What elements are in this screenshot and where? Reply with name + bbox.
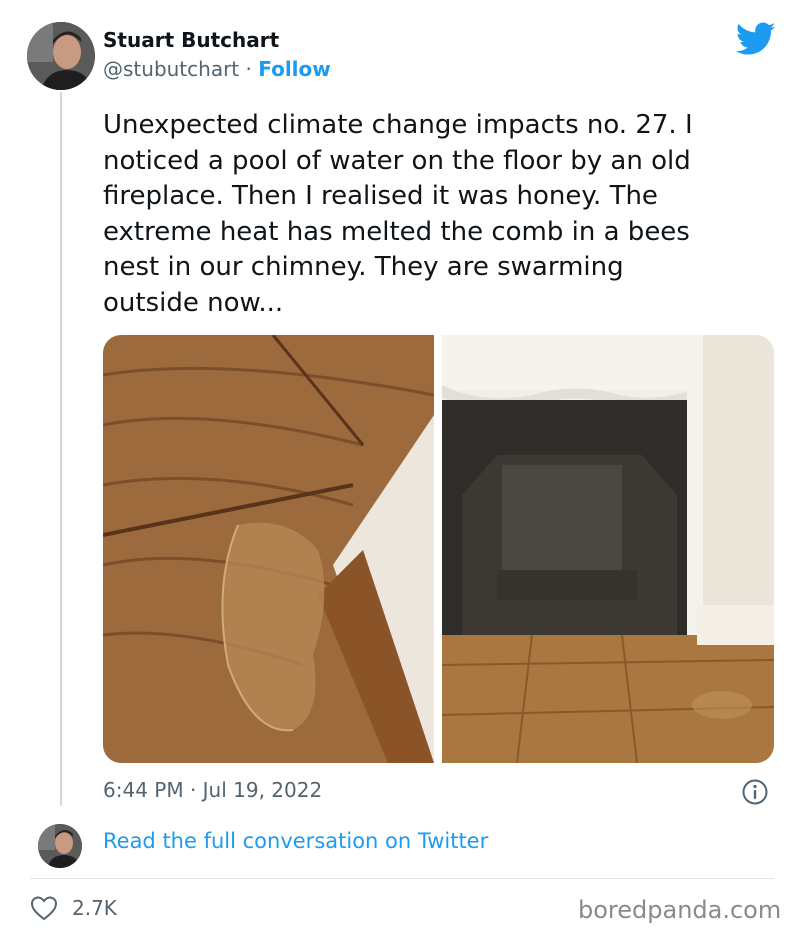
follow-button[interactable]: Follow <box>258 57 331 81</box>
tweet-timestamp[interactable]: 6:44 PM · Jul 19, 2022 <box>103 778 322 802</box>
read-conversation-link[interactable]: Read the full conversation on Twitter <box>103 829 488 853</box>
author-handle[interactable]: @stubutchart <box>103 57 239 81</box>
photo-floor-honey[interactable] <box>103 335 434 763</box>
thread-line <box>60 92 62 806</box>
divider <box>30 878 774 879</box>
tweet-text: Unexpected climate change impacts no. 27… <box>103 110 693 318</box>
photo-fireplace[interactable] <box>442 335 774 763</box>
author-handle-line: @stubutchart · Follow <box>103 57 331 81</box>
boredpanda-watermark: boredpanda.com <box>578 896 782 924</box>
twitter-bird-icon[interactable] <box>736 22 776 56</box>
author-name[interactable]: Stuart Butchart <box>103 28 279 52</box>
info-icon[interactable] <box>741 778 769 806</box>
author-avatar[interactable] <box>27 22 95 90</box>
like-count: 2.7K <box>72 896 117 920</box>
tweet-media[interactable] <box>103 335 774 763</box>
handle-separator: · <box>239 57 259 81</box>
heart-icon[interactable] <box>30 895 58 921</box>
conversation-avatar[interactable] <box>38 824 82 868</box>
